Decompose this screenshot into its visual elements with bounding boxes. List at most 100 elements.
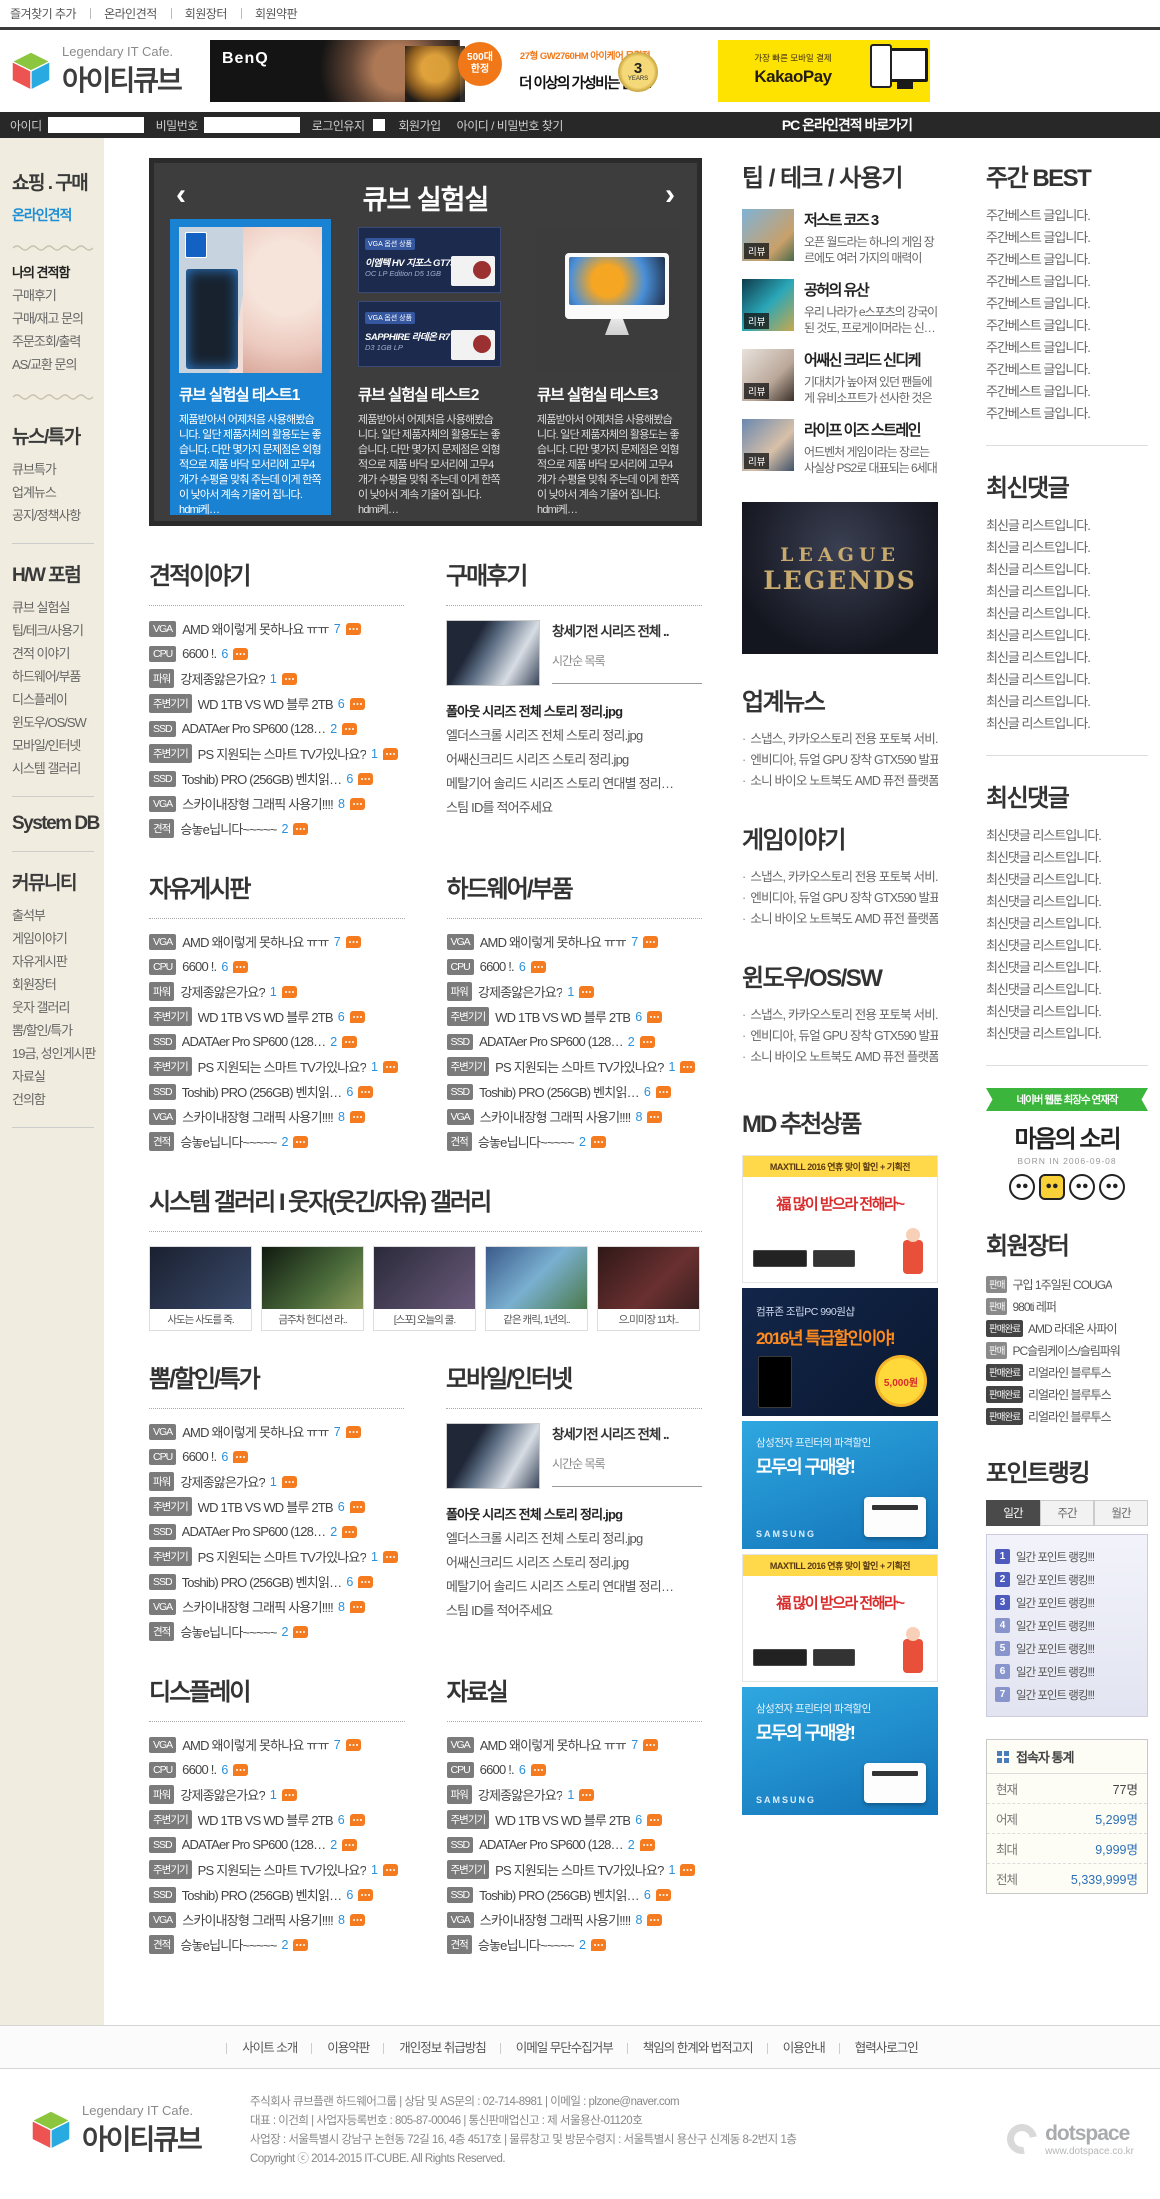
- post-row[interactable]: CPU 6600 !. 6: [149, 641, 404, 666]
- sidebar-item[interactable]: 커뮤니티: [12, 873, 77, 894]
- sidebar-item[interactable]: 하드웨어/부품: [12, 669, 81, 684]
- comment-row[interactable]: 최신댓글 리스트입니다.: [986, 1001, 1148, 1023]
- post-row[interactable]: SSD Toshib) PRO (256GB) 벤치읽… 6: [446, 1079, 703, 1104]
- md-ad-maxtill[interactable]: MAXTILL 2016 연휴 맞이 할인 + 기획전 福 많이 받으라 전해라…: [742, 1155, 938, 1283]
- post-row[interactable]: SSD Toshib) PRO (256GB) 벤치읽… 6: [149, 766, 404, 791]
- tab-monthly[interactable]: 월간: [1094, 1500, 1148, 1526]
- comment-row[interactable]: 최신댓글 리스트입니다.: [986, 913, 1148, 935]
- sidebar-item[interactable]: 자유게시판: [12, 954, 68, 969]
- sidebar-item[interactable]: 윈도우/OS/SW: [12, 715, 87, 730]
- post-row[interactable]: 스팀 ID를 적어주세요: [446, 796, 702, 820]
- news-heading[interactable]: 윈도우/OS/SW: [742, 958, 938, 993]
- signup-link[interactable]: 회원가입: [399, 117, 442, 134]
- md-ad-maxtill[interactable]: MAXTILL 2016 연휴 맞이 할인 + 기획전 福 많이 받으라 전해라…: [742, 1554, 938, 1682]
- sidebar-item[interactable]: 출석부: [12, 908, 46, 923]
- news-row[interactable]: 엔비디아, 듀얼 GPU 장착 GTX590 발표..: [742, 1026, 938, 1047]
- comment-row[interactable]: 최신댓글 리스트입니다.: [986, 891, 1148, 913]
- sidebar-item[interactable]: 큐브특가: [12, 462, 57, 477]
- comment-row[interactable]: 최신댓글 리스트입니다.: [986, 869, 1148, 891]
- md-ad-samsung[interactable]: 삼성전자 프린터의 파격할인 모두의 구매왕! SAMSUNG: [742, 1421, 938, 1549]
- post-row[interactable]: 파워 강제종앓은가요? 1: [149, 1782, 405, 1807]
- post-row[interactable]: SSD ADATAer Pro SP600 (128… 2: [149, 716, 404, 741]
- news-heading[interactable]: 게임이야기: [742, 820, 938, 855]
- comment-row[interactable]: 최신글 리스트입니다.: [986, 537, 1148, 559]
- sidebar-item[interactable]: 주문조회/출력: [12, 334, 81, 349]
- news-row[interactable]: 소니 바이오 노트북도 AMD 퓨전 플랫폼..: [742, 909, 938, 930]
- sidebar-item[interactable]: 쇼핑 . 구매: [12, 173, 89, 194]
- weekly-best-row[interactable]: 주간베스트 글입니다.: [986, 205, 1148, 227]
- gallery-heading[interactable]: 시스템 갤러리 I 웃자(웃긴/자유) 갤러리: [149, 1182, 702, 1232]
- sidebar-item[interactable]: 업계뉴스: [12, 485, 57, 500]
- sidebar-item[interactable]: 구매후기: [12, 288, 57, 303]
- post-row[interactable]: SSD ADATAer Pro SP600 (128… 2: [149, 1832, 405, 1857]
- find-account-link[interactable]: 아이디 / 비밀번호 찾기: [457, 117, 564, 134]
- market-row[interactable]: 판매완료 리얼라인 블루투스: [986, 1361, 1148, 1383]
- post-row[interactable]: 엘더스크롤 시리즈 전체 스토리 정리.jpg: [446, 1527, 702, 1551]
- footer-link[interactable]: 이용안내: [783, 2041, 826, 2055]
- post-row[interactable]: 주변기기 PS 지원되는 스마트 TV가있나요? 1: [446, 1857, 703, 1882]
- sort-label[interactable]: 시간순 목록: [552, 1455, 702, 1472]
- gallery-item[interactable]: 금주차 헌디션 라..: [261, 1246, 364, 1331]
- board-heading[interactable]: 구매후기: [446, 556, 702, 606]
- keep-login-checkbox[interactable]: [372, 119, 385, 131]
- comment-row[interactable]: 최신글 리스트입니다.: [986, 691, 1148, 713]
- footer-link[interactable]: 이메일 무단수집거부: [516, 2041, 614, 2055]
- post-row[interactable]: 견적 승놓e닙니다~~~~~ 2: [446, 1932, 703, 1957]
- post-row[interactable]: 주변기기 WD 1TB VS WD 블루 2TB 6: [149, 1807, 405, 1832]
- weekly-best-row[interactable]: 주간베스트 글입니다.: [986, 337, 1148, 359]
- weekly-best-row[interactable]: 주간베스트 글입니다.: [986, 271, 1148, 293]
- post-row[interactable]: VGA AMD 왜이렇게 못하나요 ㅠㅠ 7: [446, 1732, 703, 1757]
- password-input[interactable]: [203, 117, 300, 133]
- board-heading[interactable]: 모바일/인터넷: [446, 1359, 702, 1409]
- slider-card[interactable]: 큐브 실험실 테스트1 제품받아서 어제처음 사용해봤습니다. 일단 제품자체의…: [170, 219, 331, 516]
- news-row[interactable]: 스냅스, 카카오스토리 전용 포토북 서비..: [742, 729, 938, 750]
- news-heading[interactable]: 업계뉴스: [742, 682, 938, 717]
- post-row[interactable]: VGA AMD 왜이렇게 못하나요 ㅠㅠ 7: [149, 616, 404, 641]
- slider-next-button[interactable]: ›: [665, 180, 675, 210]
- sidebar-item[interactable]: 자료실: [12, 1069, 46, 1084]
- comment-row[interactable]: 최신글 리스트입니다.: [986, 581, 1148, 603]
- board-heading[interactable]: 디스플레이: [149, 1672, 405, 1722]
- board-heading[interactable]: 견적이야기: [149, 556, 404, 606]
- tip-item[interactable]: 리뷰 어쌔신 크리드 신디케 기대치가 높아져 있던 팬들에게 유비소프트가 선사…: [742, 349, 938, 406]
- post-row[interactable]: 파워 강제종앓은가요? 1: [446, 979, 703, 1004]
- post-row[interactable]: SSD ADATAer Pro SP600 (128… 2: [446, 1832, 703, 1857]
- lol-banner-image[interactable]: LEAGUE LEGENDS: [742, 502, 938, 654]
- md-ad-samsung[interactable]: 삼성전자 프린터의 파격할인 모두의 구매왕! SAMSUNG: [742, 1687, 938, 1815]
- comment-row[interactable]: 최신댓글 리스트입니다.: [986, 979, 1148, 1001]
- post-row[interactable]: 스팀 ID를 적어주세요: [446, 1599, 702, 1623]
- sidebar-item[interactable]: 시스템 갤러리: [12, 761, 81, 776]
- comment-row[interactable]: 최신댓글 리스트입니다.: [986, 935, 1148, 957]
- footer-link[interactable]: 이용약판: [327, 2041, 370, 2055]
- weekly-best-row[interactable]: 주간베스트 글입니다.: [986, 293, 1148, 315]
- post-row[interactable]: SSD ADATAer Pro SP600 (128… 2: [446, 1029, 703, 1054]
- sidebar-item[interactable]: 디스플레이: [12, 692, 68, 707]
- sidebar-item[interactable]: AS/교환 문의: [12, 357, 77, 372]
- post-row[interactable]: 메탈기어 솔리드 시리즈 스토리 연대별 정리…: [446, 1575, 702, 1599]
- topbar-link[interactable]: 회원약판: [255, 7, 312, 21]
- featured-title[interactable]: 창세기전 시리즈 전체 ..: [552, 1423, 702, 1443]
- post-row[interactable]: 어쌔신크리드 시리즈 스토리 정리.jpg: [446, 1551, 702, 1575]
- ranking-row[interactable]: 6 일간 포인트 랭킹!!!: [995, 1660, 1139, 1683]
- featured-thumbnail[interactable]: [446, 620, 540, 686]
- sidebar-item[interactable]: System DB: [12, 813, 100, 834]
- post-row[interactable]: 어쌔신크리드 시리즈 스토리 정리.jpg: [446, 748, 702, 772]
- comment-row[interactable]: 최신글 리스트입니다.: [986, 625, 1148, 647]
- post-row[interactable]: 주변기기 PS 지원되는 스마트 TV가있나요? 1: [149, 1054, 405, 1079]
- ranking-row[interactable]: 2 일간 포인트 랭킹!!!: [995, 1568, 1139, 1591]
- sidebar-item[interactable]: 온라인견적: [12, 207, 72, 223]
- comment-row[interactable]: 최신댓글 리스트입니다.: [986, 847, 1148, 869]
- weekly-best-row[interactable]: 주간베스트 글입니다.: [986, 249, 1148, 271]
- gallery-item[interactable]: [스포] 오늘의 쿨.: [373, 1246, 476, 1331]
- point-ranking-heading[interactable]: 포인트랭킹: [986, 1453, 1148, 1488]
- footer-link[interactable]: 개인정보 취급방침: [399, 2041, 486, 2055]
- post-row[interactable]: 주변기기 WD 1TB VS WD 블루 2TB 6: [149, 691, 404, 716]
- slider-card[interactable]: VGA 옵션 상품 이엠텍 HV 지포스 GT730 OC LP Edition…: [349, 219, 510, 516]
- topbar-link[interactable]: 온라인견적: [104, 7, 172, 21]
- footer-link[interactable]: 책임의 한계와 법적고지: [643, 2041, 754, 2055]
- post-row[interactable]: 엘더스크롤 시리즈 전체 스토리 정리.jpg: [446, 724, 702, 748]
- post-row[interactable]: 견적 승놓e닙니다~~~~~ 2: [149, 1129, 405, 1154]
- board-heading[interactable]: 뽐/할인/특가: [149, 1359, 404, 1409]
- ranking-row[interactable]: 1 일간 포인트 랭킹!!!: [995, 1545, 1139, 1568]
- slider-prev-button[interactable]: ‹: [176, 180, 186, 210]
